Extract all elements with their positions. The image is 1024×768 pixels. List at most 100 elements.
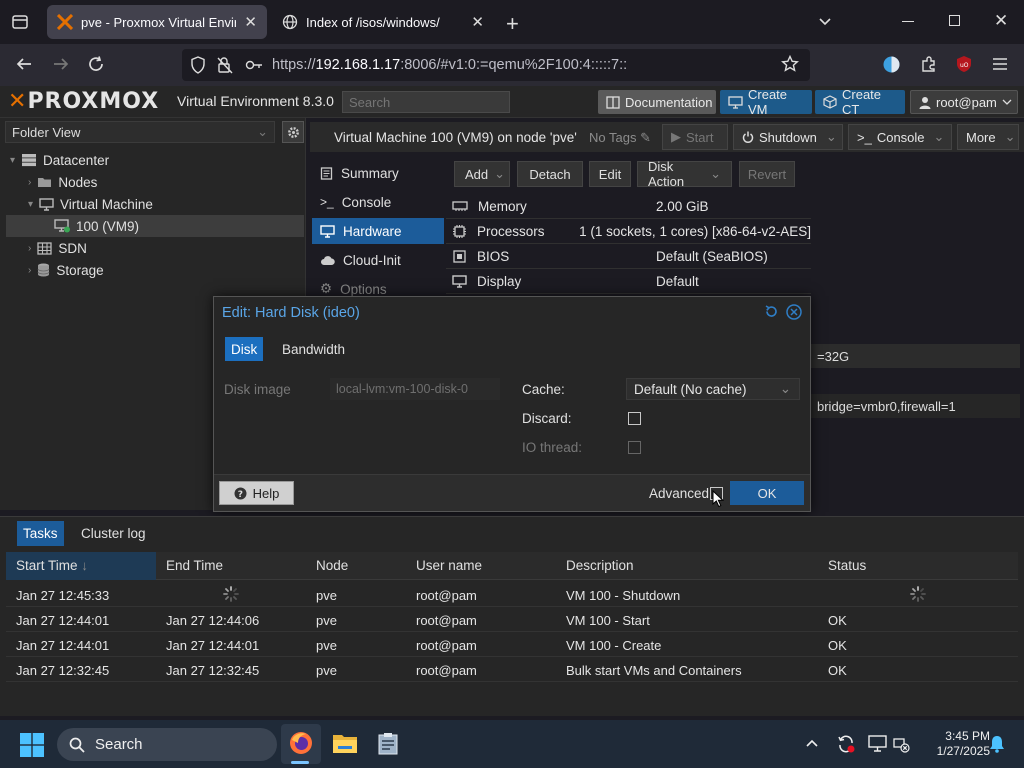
col-node[interactable]: Node xyxy=(316,558,348,573)
tree-settings-button[interactable] xyxy=(282,121,304,143)
hw-row-network-partial[interactable]: bridge=vmbr0,firewall=1 xyxy=(811,394,1020,418)
shield-icon[interactable] xyxy=(190,56,206,74)
create-vm-button[interactable]: Create VM xyxy=(720,87,812,117)
user-menu-button[interactable]: root@pam xyxy=(910,90,1018,114)
table-row[interactable] xyxy=(6,607,1018,632)
col-status[interactable]: Status xyxy=(828,558,866,573)
tree-item-virtual-machine[interactable]: ▾ Virtual Machine xyxy=(28,193,300,215)
detach-button[interactable]: Detach xyxy=(517,161,583,187)
tree-expand-icon: ▾ xyxy=(10,154,16,166)
col-start-time[interactable]: Start Time ↓ xyxy=(16,558,88,573)
tree-item-vm-100[interactable]: 100 (VM9) xyxy=(6,215,304,237)
new-tab-icon[interactable]: + xyxy=(506,11,519,37)
bookmark-star-icon[interactable] xyxy=(781,55,799,73)
nav-hardware[interactable]: Hardware xyxy=(312,218,444,244)
create-ct-button[interactable]: Create CT xyxy=(815,87,905,117)
sync-alert-icon[interactable] xyxy=(836,734,856,754)
nav-console[interactable]: >_ Console xyxy=(312,189,444,215)
hw-row-display[interactable]: Display Default xyxy=(446,269,811,294)
shutdown-button[interactable]: Shutdown ⌄ xyxy=(733,124,843,150)
ok-button[interactable]: OK xyxy=(730,481,804,505)
ublock-icon[interactable]: uO xyxy=(955,55,973,73)
table-row[interactable] xyxy=(6,632,1018,657)
task-start: Jan 27 12:44:01 xyxy=(16,638,110,653)
help-button[interactable]: ? Help xyxy=(219,481,294,505)
discard-checkbox[interactable] xyxy=(628,412,641,425)
hw-row-bios[interactable]: BIOS Default (SeaBIOS) xyxy=(446,244,811,269)
tags-field[interactable]: No Tags ✎ xyxy=(589,130,651,146)
col-user-name[interactable]: User name xyxy=(416,558,482,573)
hw-row-harddisk-partial[interactable]: =32G xyxy=(811,344,1020,368)
tree-item-label: Storage xyxy=(56,262,104,278)
gear-icon xyxy=(287,126,300,139)
permissions-key-icon[interactable] xyxy=(245,58,263,72)
start-button[interactable]: ▶ Start xyxy=(662,124,728,150)
close-dialog-icon[interactable] xyxy=(786,304,802,320)
hw-key: Display xyxy=(477,273,522,289)
chevron-down-icon: ⌄ xyxy=(494,166,506,181)
close-tab-icon[interactable]: ✕ xyxy=(471,13,484,31)
maximize-icon[interactable] xyxy=(949,15,960,26)
nav-summary[interactable]: Summary xyxy=(312,160,444,186)
console-button[interactable]: >_ Console ⌄ xyxy=(848,124,952,150)
tree-item-label: Datacenter xyxy=(43,152,110,168)
table-row[interactable] xyxy=(6,582,1018,607)
col-description[interactable]: Description xyxy=(566,558,634,573)
minimize-icon[interactable] xyxy=(902,21,914,22)
disk-action-button[interactable]: Disk Action ⌄ xyxy=(637,159,732,189)
tab-tasks[interactable]: Tasks xyxy=(17,521,64,546)
close-window-icon[interactable]: ✕ xyxy=(994,11,1008,31)
io-thread-checkbox[interactable] xyxy=(628,441,641,454)
url-bar[interactable]: https://192.168.1.17:8006/#v1:0:=qemu%2F… xyxy=(182,49,810,81)
tree-collapse-icon: › xyxy=(28,176,32,188)
menu-hamburger-icon[interactable] xyxy=(992,56,1008,72)
taskbar-search[interactable]: Search xyxy=(57,728,277,761)
col-end-time[interactable]: End Time xyxy=(166,558,223,573)
column-label: Start Time xyxy=(16,558,78,573)
proxmox-x-icon: ✕ xyxy=(8,89,28,114)
forward-icon[interactable] xyxy=(52,55,70,73)
advanced-label: Advanced xyxy=(649,486,710,501)
tree-item-sdn[interactable]: › SDN xyxy=(28,237,300,259)
browser-tab-proxmox[interactable]: pve - Proxmox Virtual Environment ✕ xyxy=(47,5,267,39)
chevron-down-icon[interactable] xyxy=(817,13,833,29)
notification-bell-icon[interactable] xyxy=(989,735,1005,753)
reload-icon[interactable] xyxy=(87,55,105,73)
vm-title: Virtual Machine 100 (VM9) on node 'pve' xyxy=(334,130,577,145)
search-input[interactable] xyxy=(342,91,510,113)
taskbar-clock[interactable]: 3:45 PM 1/27/2025 xyxy=(914,729,990,759)
view-selector[interactable]: Folder View ⌄ xyxy=(5,121,275,143)
tree-item-datacenter[interactable]: ▾ Datacenter xyxy=(10,149,300,171)
nav-cloud-init[interactable]: Cloud-Init xyxy=(312,247,444,273)
file-explorer-icon[interactable] xyxy=(332,732,358,754)
close-tab-icon[interactable]: ✕ xyxy=(244,13,257,31)
hw-row-processors[interactable]: Processors 1 (1 sockets, 1 cores) [x86-6… xyxy=(446,219,811,244)
cache-label: Cache: xyxy=(522,382,565,397)
add-button[interactable]: Add ⌄ xyxy=(454,161,510,187)
reset-icon[interactable] xyxy=(764,304,779,319)
extensions-icon[interactable] xyxy=(920,55,938,73)
clipboard-app-icon[interactable] xyxy=(376,731,400,755)
browser-tab-isos[interactable]: Index of /isos/windows/ ✕ xyxy=(272,5,494,39)
back-icon[interactable] xyxy=(15,55,33,73)
edit-button[interactable]: Edit xyxy=(589,161,631,187)
tab-disk[interactable]: Disk xyxy=(225,337,264,361)
network-disconnected-icon[interactable] xyxy=(893,736,910,753)
revert-button[interactable]: Revert xyxy=(739,161,795,187)
tab-cluster-log[interactable]: Cluster log xyxy=(75,521,152,546)
show-hidden-icons-chevron-icon[interactable] xyxy=(805,737,819,749)
table-row[interactable] xyxy=(6,657,1018,682)
firefox-view-icon[interactable] xyxy=(882,55,901,74)
display-icon[interactable] xyxy=(868,735,887,752)
lock-warning-icon[interactable] xyxy=(217,56,233,74)
firefox-icon[interactable] xyxy=(289,731,313,755)
windows-start-icon[interactable] xyxy=(20,733,44,757)
cache-select[interactable]: Default (No cache) ⌄ xyxy=(626,378,800,400)
documentation-button[interactable]: Documentation xyxy=(598,90,716,114)
tab-bandwidth[interactable]: Bandwidth xyxy=(276,337,351,361)
tree-item-nodes[interactable]: › Nodes xyxy=(28,171,300,193)
tab-list-icon[interactable] xyxy=(10,12,30,32)
hw-row-memory[interactable]: Memory 2.00 GiB xyxy=(446,194,811,219)
more-button[interactable]: More ⌄ xyxy=(957,124,1019,150)
tree-item-storage[interactable]: › Storage xyxy=(28,259,300,281)
